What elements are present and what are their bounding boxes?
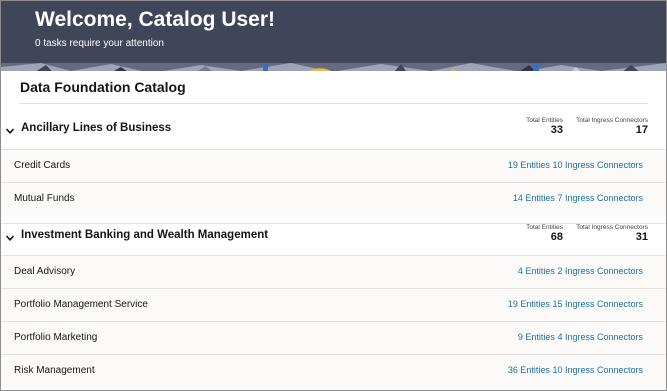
metric-label: Total Entities bbox=[526, 224, 563, 231]
list-item[interactable]: Credit Cards 19 Entities 10 Ingress Conn… bbox=[1, 149, 666, 183]
total-entities-metric: Total Entities 68 bbox=[526, 224, 563, 243]
group-title: Ancillary Lines of Business bbox=[21, 122, 172, 134]
item-links: 19 Entities 15 Ingress Connectors bbox=[508, 299, 643, 309]
item-label: Credit Cards bbox=[14, 160, 71, 171]
item-links: 36 Entities 10 Ingress Connectors bbox=[508, 365, 643, 375]
item-label: Portfolio Marketing bbox=[14, 332, 98, 343]
total-ingress-metric: Total Ingress Connectors 31 bbox=[576, 224, 648, 243]
item-links: 4 Entities 2 Ingress Connectors bbox=[518, 266, 643, 276]
ingress-connectors-link[interactable]: 7 Ingress Connectors bbox=[557, 193, 643, 203]
total-ingress-metric: Total Ingress Connectors 17 bbox=[576, 117, 648, 136]
total-entities-metric: Total Entities 33 bbox=[526, 117, 563, 136]
entities-link[interactable]: 19 Entities bbox=[508, 299, 550, 309]
entities-link[interactable]: 9 Entities bbox=[518, 332, 555, 342]
item-label: Deal Advisory bbox=[14, 266, 76, 277]
entities-link[interactable]: 4 Entities bbox=[518, 266, 555, 276]
group-header-ancillary[interactable]: Ancillary Lines of Business Total Entiti… bbox=[1, 117, 666, 147]
app-window: Welcome, Catalog User! 0 tasks require y… bbox=[0, 0, 667, 391]
item-links: 19 Entities 10 Ingress Connectors bbox=[508, 160, 643, 170]
ingress-connectors-link[interactable]: 10 Ingress Connectors bbox=[552, 365, 643, 375]
list-item[interactable]: Portfolio Marketing 9 Entities 4 Ingress… bbox=[1, 321, 666, 355]
welcome-banner: Welcome, Catalog User! 0 tasks require y… bbox=[1, 1, 666, 81]
metric-value: 33 bbox=[550, 124, 563, 136]
item-links: 14 Entities 7 Ingress Connectors bbox=[513, 193, 643, 203]
welcome-heading: Welcome, Catalog User! bbox=[35, 8, 276, 31]
ingress-connectors-link[interactable]: 4 Ingress Connectors bbox=[557, 332, 643, 342]
metric-label: Total Entities bbox=[526, 117, 563, 124]
group-header-investment-banking[interactable]: Investment Banking and Wealth Management… bbox=[1, 223, 666, 254]
list-item[interactable]: Risk Management 36 Entities 10 Ingress C… bbox=[1, 354, 666, 388]
item-label: Portfolio Management Service bbox=[14, 299, 148, 310]
item-label: Risk Management bbox=[14, 365, 95, 376]
metric-value: 31 bbox=[635, 231, 648, 243]
catalog-title: Data Foundation Catalog bbox=[20, 79, 186, 95]
tasks-summary: 0 tasks require your attention bbox=[35, 38, 164, 49]
group-title: Investment Banking and Wealth Management bbox=[21, 229, 269, 241]
ingress-connectors-link[interactable]: 15 Ingress Connectors bbox=[552, 299, 643, 309]
entities-link[interactable]: 36 Entities bbox=[508, 365, 550, 375]
ingress-connectors-link[interactable]: 10 Ingress Connectors bbox=[552, 160, 643, 170]
ingress-connectors-link[interactable]: 2 Ingress Connectors bbox=[557, 266, 643, 276]
chevron-down-icon[interactable] bbox=[5, 126, 15, 136]
catalog-panel: Data Foundation Catalog Ancillary Lines … bbox=[1, 71, 666, 390]
metric-label: Total Ingress Connectors bbox=[576, 117, 648, 124]
metric-label: Total Ingress Connectors bbox=[576, 224, 648, 231]
chevron-down-icon[interactable] bbox=[5, 233, 15, 243]
metric-value: 17 bbox=[635, 124, 648, 136]
metric-value: 68 bbox=[550, 231, 563, 243]
entities-link[interactable]: 14 Entities bbox=[513, 193, 555, 203]
divider bbox=[19, 103, 648, 104]
item-label: Mutual Funds bbox=[14, 193, 75, 204]
entities-link[interactable]: 19 Entities bbox=[508, 160, 550, 170]
list-item[interactable]: Portfolio Management Service 19 Entities… bbox=[1, 288, 666, 322]
item-links: 9 Entities 4 Ingress Connectors bbox=[518, 332, 643, 342]
list-item[interactable]: Mutual Funds 14 Entities 7 Ingress Conne… bbox=[1, 182, 666, 216]
list-item[interactable]: Deal Advisory 4 Entities 2 Ingress Conne… bbox=[1, 255, 666, 289]
